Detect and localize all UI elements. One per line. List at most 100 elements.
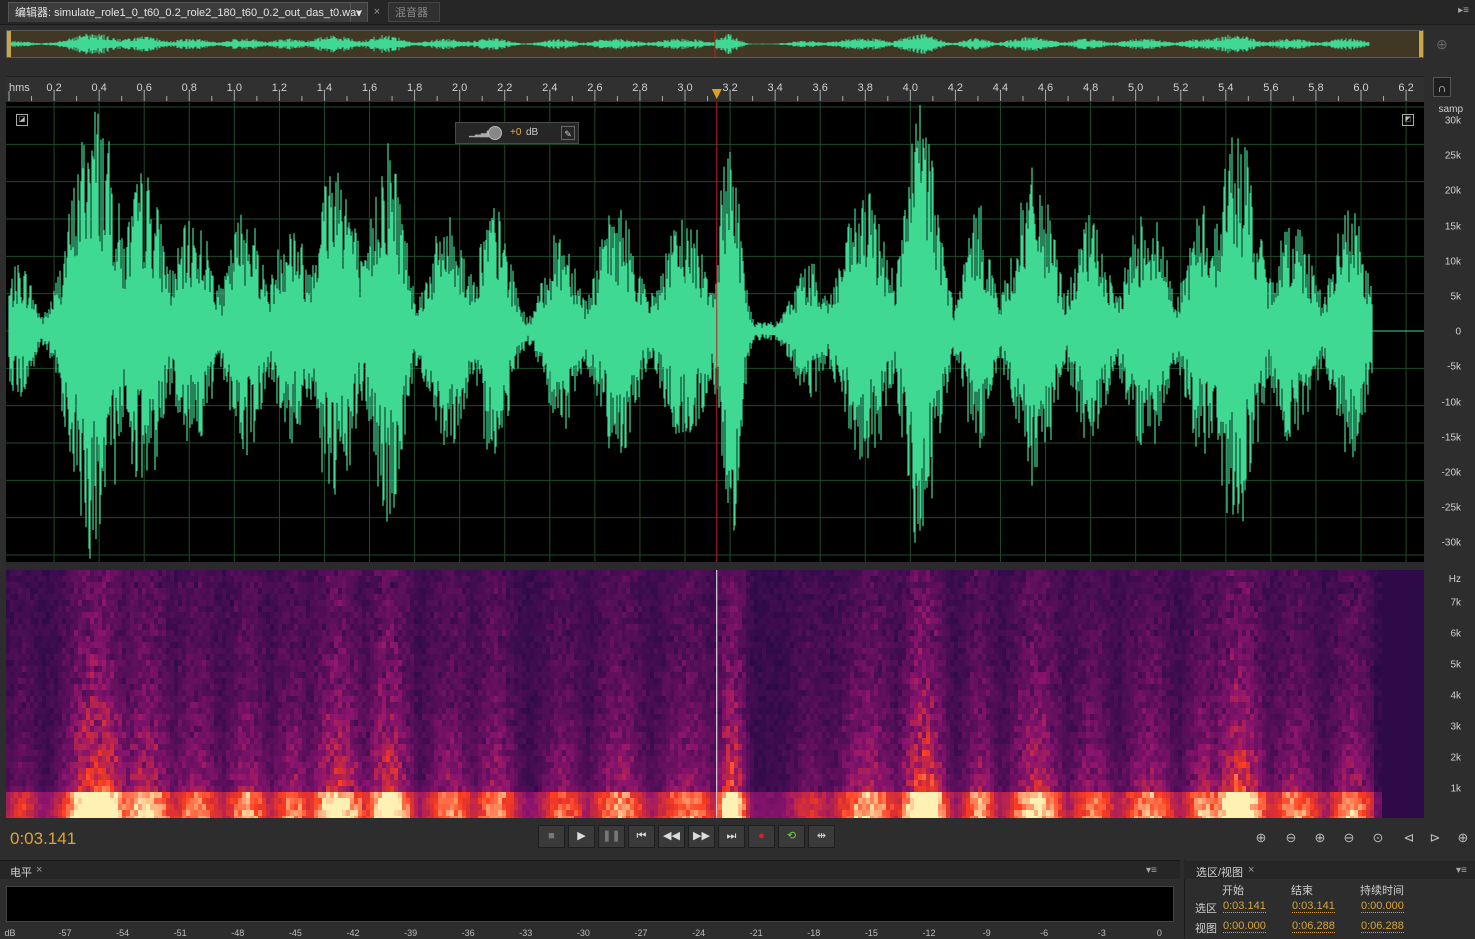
- ruler-tick-label: 1.6: [362, 82, 377, 94]
- ruler-tick-label: 3.0: [677, 82, 692, 94]
- row-label-selection: 选区: [1195, 900, 1217, 916]
- view-end-field[interactable]: 0:06.288: [1292, 920, 1335, 933]
- play-button[interactable]: ▶: [568, 825, 595, 848]
- overview-left-handle[interactable]: [7, 31, 11, 57]
- amplitude-tick-label: 25k: [1445, 151, 1461, 162]
- selection-end-field[interactable]: 0:03.141: [1292, 900, 1335, 913]
- go-to-end-button[interactable]: ⏭: [718, 825, 745, 848]
- db-scale-label: dB: [4, 928, 15, 938]
- panel-menu-icon[interactable]: ▾≡: [1456, 865, 1467, 876]
- frequency-tick-label: 5k: [1450, 660, 1461, 671]
- current-time-display[interactable]: 0:03.141: [10, 829, 76, 849]
- zoom-out-time-button[interactable]: ⊖: [1338, 828, 1360, 848]
- time-ruler[interactable]: hms 0.20.40.60.81.01.21.41.61.82.02.22.4…: [6, 76, 1424, 101]
- db-scale-label: -33: [519, 928, 532, 938]
- selection-start-field[interactable]: 0:03.141: [1223, 900, 1266, 913]
- stop-button[interactable]: ■: [538, 825, 565, 848]
- view-start-field[interactable]: 0:00.000: [1223, 920, 1266, 933]
- zoom-corner-left-icon[interactable]: ◪: [16, 114, 28, 126]
- frequency-tick-label: 4k: [1450, 691, 1461, 702]
- amplitude-unit: samp: [1439, 104, 1463, 115]
- close-icon[interactable]: ×: [36, 864, 42, 876]
- go-to-start-button[interactable]: ⏮: [628, 825, 655, 848]
- amplitude-tick-label: -10k: [1442, 397, 1461, 408]
- db-scale-label: -48: [231, 928, 244, 938]
- amplitude-tick-label: 5k: [1450, 292, 1461, 303]
- frequency-tick-label: 7k: [1450, 598, 1461, 609]
- ruler-tick-label: 4.8: [1083, 82, 1098, 94]
- db-scale-label: -27: [634, 928, 647, 938]
- zoom-corner-right-icon[interactable]: ◩: [1402, 114, 1414, 126]
- column-end: 结束: [1291, 882, 1313, 898]
- db-scale-label: -18: [807, 928, 820, 938]
- skip-button[interactable]: ⇹: [808, 825, 835, 848]
- pause-button[interactable]: ❚❚: [598, 825, 625, 848]
- zoom-out-amplitude-button[interactable]: ⊖: [1280, 828, 1302, 848]
- level-meter-bar: [6, 886, 1174, 922]
- zoom-in-right-button[interactable]: ⊳: [1424, 828, 1446, 848]
- ruler-tick-label: 5.6: [1263, 82, 1278, 94]
- amplitude-axis: samp 30k25k20k15k10k5k0-5k-10k-15k-20k-2…: [1424, 102, 1475, 562]
- frequency-tick-label: 1k: [1450, 784, 1461, 795]
- ruler-tick-label: 6.2: [1398, 82, 1413, 94]
- volume-hud[interactable]: ▁▂▃▅ +0 dB ✎: [455, 122, 579, 144]
- record-button[interactable]: ●: [748, 825, 775, 848]
- waveform-path: [9, 105, 1423, 558]
- rewind-button[interactable]: ◀◀: [658, 825, 685, 848]
- ruler-tick-label: 4.6: [1038, 82, 1053, 94]
- spectrogram-svg: [6, 570, 1424, 818]
- db-scale-label: -57: [58, 928, 71, 938]
- view-splitter[interactable]: [6, 562, 1424, 570]
- panel-menu-icon[interactable]: ▸≡: [1458, 5, 1469, 16]
- ruler-tick-label: 2.2: [497, 82, 512, 94]
- zoom-navigator-icon[interactable]: ⊕: [1436, 36, 1448, 53]
- frequency-tick-label: 3k: [1450, 722, 1461, 733]
- panel-menu-icon[interactable]: ▾≡: [1146, 865, 1157, 876]
- overview-right-handle[interactable]: [1419, 31, 1423, 57]
- close-icon[interactable]: ×: [370, 2, 384, 22]
- db-scale-label: -51: [174, 928, 187, 938]
- overview-waveform: [7, 31, 1423, 57]
- level-panel-title: 电平: [10, 864, 32, 880]
- zoom-in-time-button[interactable]: ⊕: [1309, 828, 1331, 848]
- waveform-display[interactable]: ◪ ◩: [6, 102, 1424, 562]
- volume-knob[interactable]: [488, 126, 502, 140]
- close-icon[interactable]: ×: [1248, 864, 1254, 876]
- zoom-out-full-button[interactable]: ⊙: [1367, 828, 1389, 848]
- zoom-in-left-button[interactable]: ⊲: [1398, 828, 1420, 848]
- ruler-tick-label: 2.8: [632, 82, 647, 94]
- ruler-tick-label: 5.4: [1218, 82, 1233, 94]
- ruler-ticks: [6, 77, 1424, 101]
- db-scale-label: -54: [116, 928, 129, 938]
- volume-unit: dB: [526, 127, 538, 138]
- db-scale-label: -3: [1098, 928, 1106, 938]
- ruler-tick-label: 2.4: [542, 82, 557, 94]
- volume-value[interactable]: +0: [510, 127, 521, 138]
- db-scale-label: -42: [346, 928, 359, 938]
- tab-editor-label: 编辑器: simulate_role1_0_t60_0.2_role2_180_…: [15, 7, 362, 19]
- zoom-selection-button[interactable]: ⊕: [1452, 828, 1474, 848]
- amplitude-tick-label: 0: [1455, 327, 1461, 338]
- tab-editor[interactable]: 编辑器: simulate_role1_0_t60_0.2_role2_180_…: [8, 2, 368, 22]
- fast-forward-button[interactable]: ▶▶: [688, 825, 715, 848]
- playhead-marker[interactable]: [712, 89, 722, 99]
- snap-toggle-button[interactable]: ∩: [1433, 77, 1451, 97]
- waveform-overview[interactable]: [6, 30, 1424, 58]
- pin-icon[interactable]: ✎: [561, 126, 575, 140]
- row-label-view: 视图: [1195, 920, 1217, 936]
- spectral-frequency-display[interactable]: [6, 570, 1424, 818]
- ruler-tick-label: 4.2: [948, 82, 963, 94]
- ruler-tick-label: 3.2: [722, 82, 737, 94]
- view-duration-field[interactable]: 0:06.288: [1361, 920, 1404, 933]
- column-start: 开始: [1222, 882, 1244, 898]
- document-tab-bar: 编辑器: simulate_role1_0_t60_0.2_role2_180_…: [0, 0, 1475, 25]
- chevron-down-icon[interactable]: ▼: [350, 3, 367, 22]
- loop-button[interactable]: ⟲: [778, 825, 805, 848]
- ruler-tick-label: 3.8: [858, 82, 873, 94]
- amplitude-tick-label: 15k: [1445, 221, 1461, 232]
- spectrogram-cells: [6, 570, 1424, 818]
- amplitude-tick-label: 30k: [1445, 116, 1461, 127]
- zoom-in-amplitude-button[interactable]: ⊕: [1250, 828, 1272, 848]
- tab-mixer[interactable]: 混音器: [388, 2, 440, 22]
- selection-duration-field[interactable]: 0:00.000: [1361, 900, 1404, 913]
